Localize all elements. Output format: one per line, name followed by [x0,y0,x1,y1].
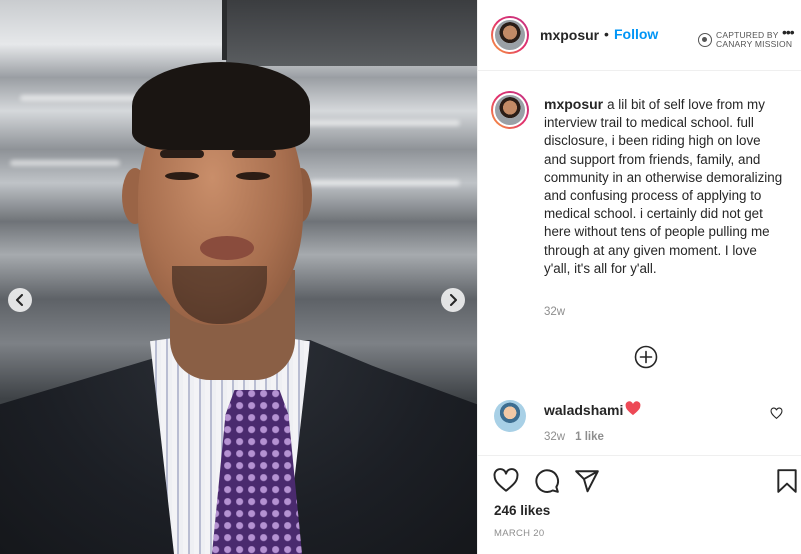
commenter-avatar[interactable] [494,400,526,432]
post-like-count[interactable]: 246 likes [494,503,550,518]
more-options-icon[interactable]: ••• [782,24,795,40]
caption-text: a lil bit of self love from my interview… [544,97,783,276]
post-header: mxposur • Follow CAPTURED BY CANARY MISS… [478,0,801,71]
caption-timestamp[interactable]: 32w [544,306,565,318]
post-sidebar: mxposur • Follow CAPTURED BY CANARY MISS… [477,0,801,554]
elevator-panel-line [222,0,227,60]
author-username[interactable]: mxposur [540,27,599,43]
chevron-left-icon [16,294,23,306]
eye [165,172,199,180]
author-avatar[interactable] [491,16,529,54]
post-caption: mxposur a lil bit of self love from my in… [544,95,784,278]
hair [132,62,310,150]
commenter-username[interactable]: waladshami [544,402,623,418]
post-date[interactable]: MARCH 20 [494,528,544,539]
follow-button[interactable]: Follow [614,26,658,42]
canary-mission-watermark: CAPTURED BY CANARY MISSION [698,31,792,49]
carousel-next-button[interactable] [441,288,465,312]
post-actions-bar: 246 likes MARCH 20 [478,455,801,554]
separator-dot: • [604,26,609,42]
light-reflection [10,160,120,166]
plus-circle-icon[interactable] [634,345,658,369]
paper-plane-icon[interactable] [574,468,600,494]
light-reflection [20,95,140,101]
light-reflection [310,180,460,186]
comment-like-heart-icon[interactable] [770,407,783,420]
heart-outline-icon[interactable] [493,468,519,494]
eyebrow [160,150,204,158]
chevron-right-icon [450,294,457,306]
watermark-line2: CANARY MISSION [716,39,793,49]
caption-avatar[interactable] [491,91,529,129]
eyebrow [232,150,276,158]
comment-timestamp[interactable]: 32w [544,431,565,443]
comment-likes[interactable]: 1 like [575,431,604,443]
carousel-prev-button[interactable] [8,288,32,312]
eye [236,172,270,180]
red-heart-emoji-icon [625,401,641,416]
lips [200,236,254,260]
comment-item: waladshami 32w 1 like [478,398,801,448]
caption-username[interactable]: mxposur [544,96,603,112]
comment-meta: 32w 1 like [544,431,604,443]
purple-tie [212,390,302,554]
elevator-ceiling [226,0,477,66]
bookmark-icon[interactable] [774,468,800,494]
canary-mission-logo-icon [698,33,712,47]
light-reflection [300,120,460,126]
post-photo[interactable] [0,0,477,554]
comment-bubble-icon[interactable] [534,468,560,494]
